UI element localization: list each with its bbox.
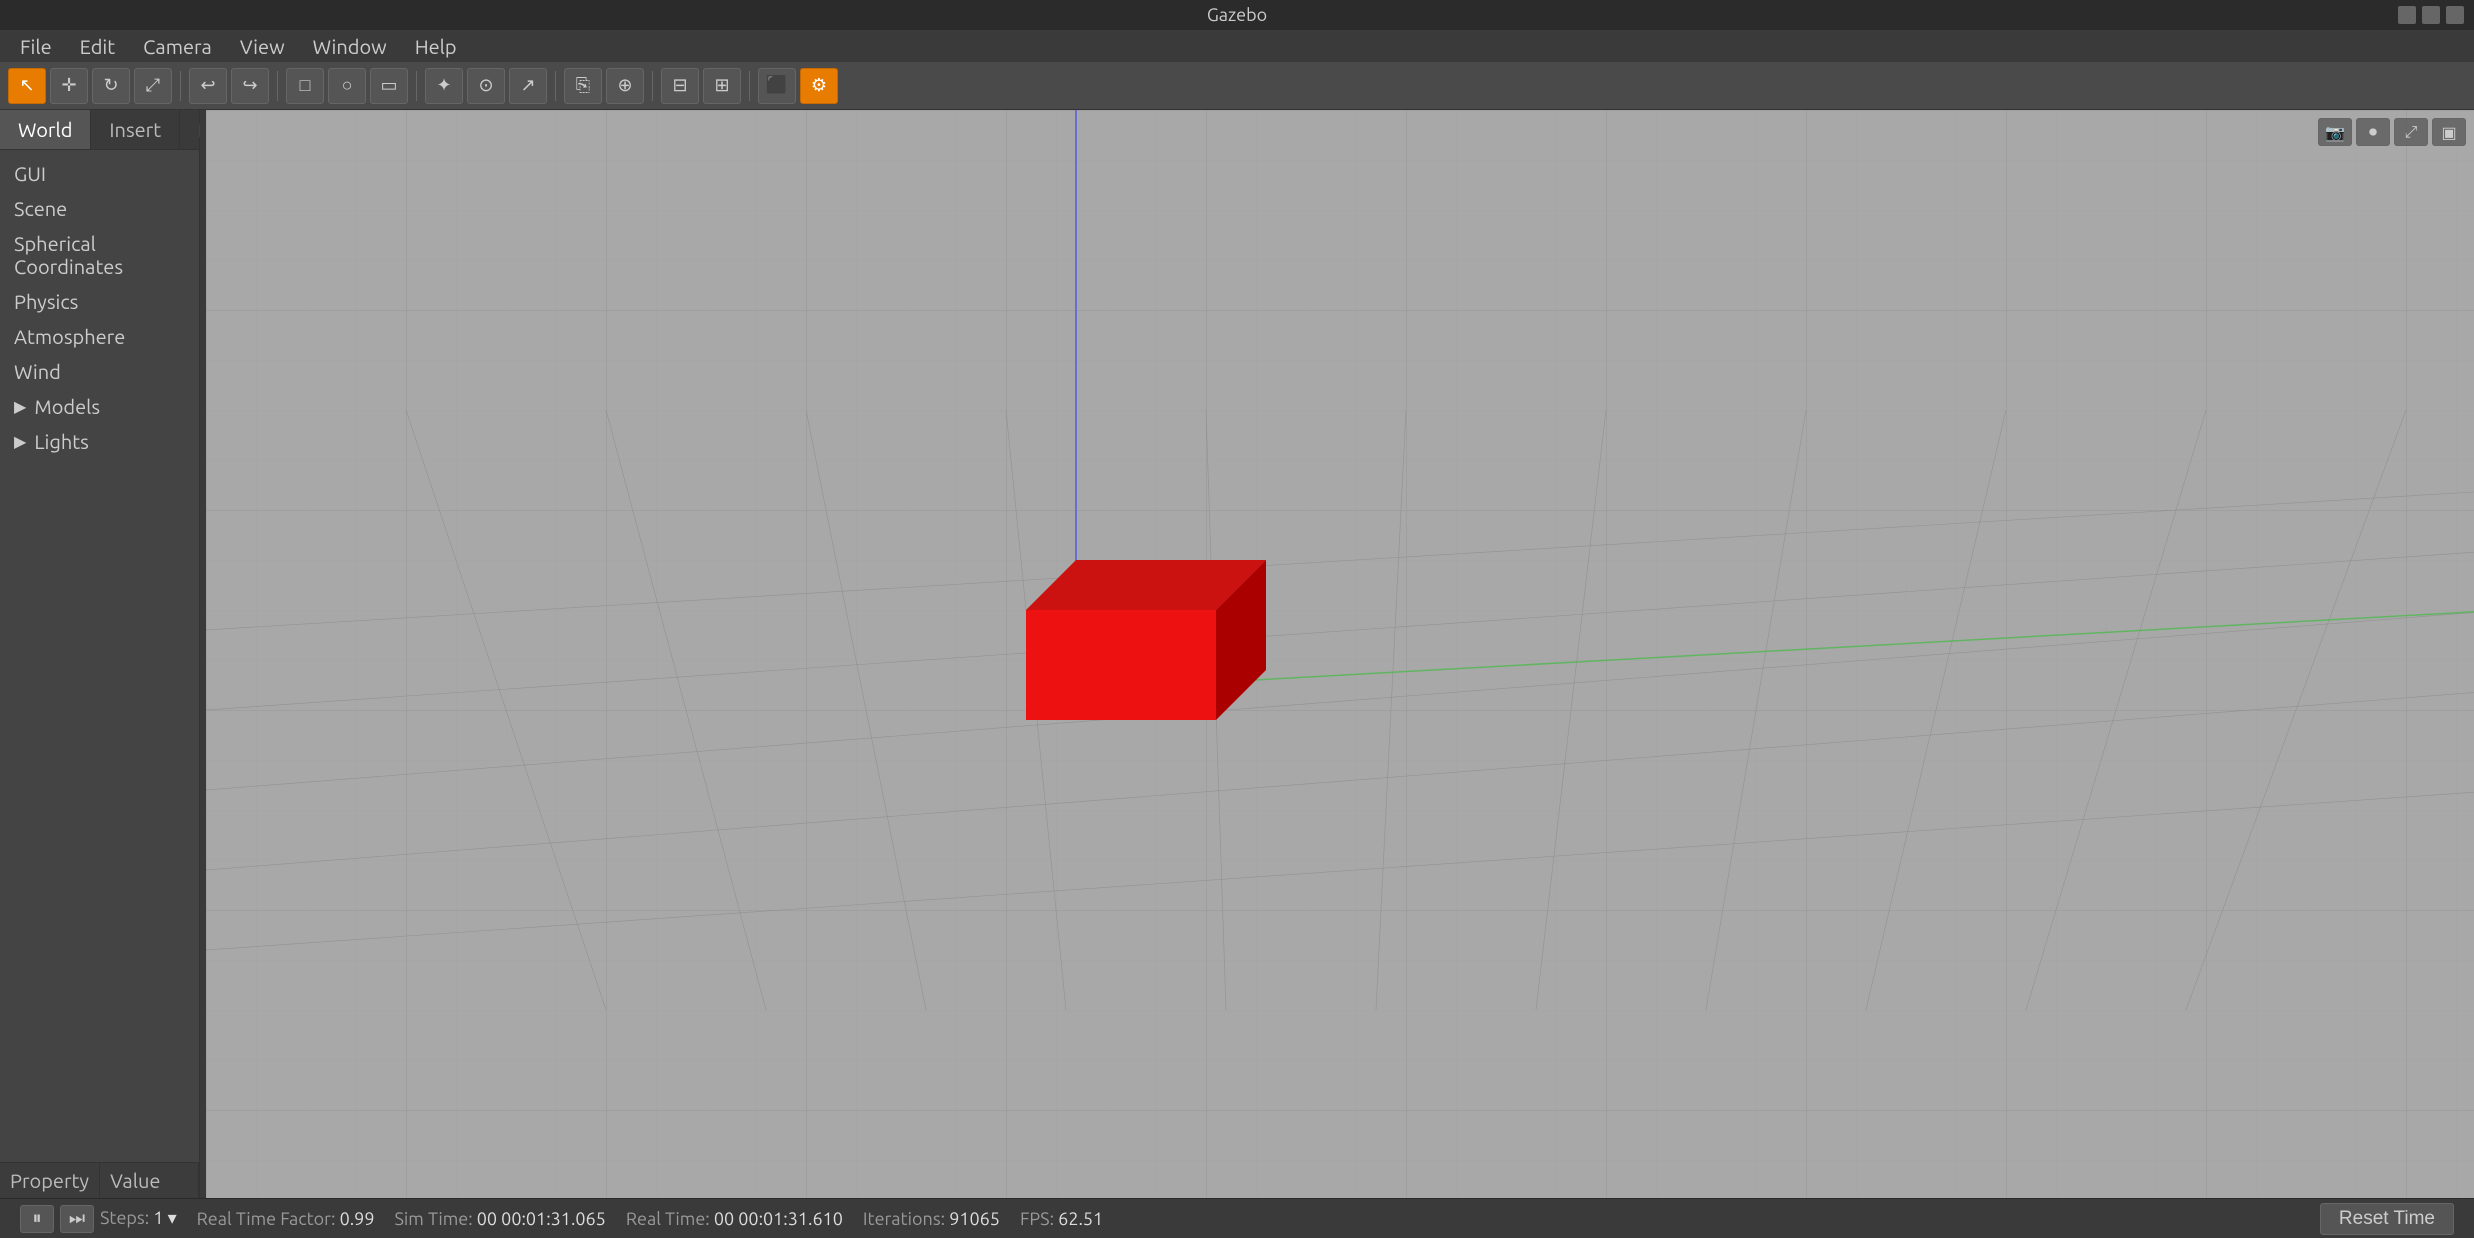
select-tool-button[interactable]: ↖ (8, 68, 46, 104)
menu-window[interactable]: Window (301, 31, 399, 62)
sidebar-item-gui[interactable]: GUI (0, 156, 199, 191)
sidebar-item-lights[interactable]: ▶ Lights (0, 424, 199, 459)
close-button[interactable] (2446, 6, 2464, 24)
maximize-button[interactable] (2422, 6, 2440, 24)
tab-bar: World Insert Layers (0, 110, 199, 150)
align-button[interactable]: ⊟ (661, 68, 699, 104)
tab-world[interactable]: World (0, 110, 91, 149)
rt-factor-display: Real Time Factor: 0.99 (197, 1209, 375, 1229)
pause-button[interactable]: ⏸ (20, 1205, 54, 1233)
left-panel: World Insert Layers GUI Scene Spherical … (0, 110, 200, 1198)
reset-time-button[interactable]: Reset Time (2320, 1203, 2454, 1235)
fps-display: FPS: 62.51 (1020, 1209, 1103, 1229)
lights-arrow-icon: ▶ (14, 432, 26, 451)
value-column-header: Value (100, 1163, 199, 1198)
viewport-maximize-button[interactable]: ▣ (2432, 118, 2466, 146)
real-time-display: Real Time: 00 00:01:31.610 (626, 1209, 843, 1229)
copy-button[interactable]: ⎘ (564, 68, 602, 104)
pause-icon: ⏸ (33, 1208, 42, 1229)
sidebar-item-atmosphere[interactable]: Atmosphere (0, 319, 199, 354)
menu-camera[interactable]: Camera (131, 31, 224, 62)
sidebar-item-lights-label: Lights (34, 430, 89, 453)
undo-button[interactable]: ↩ (189, 68, 227, 104)
iterations-display: Iterations: 91065 (863, 1209, 1000, 1229)
scale-tool-button[interactable]: ⤢ (134, 68, 172, 104)
sidebar-item-models-label: Models (34, 395, 100, 418)
sidebar-item-scene[interactable]: Scene (0, 191, 199, 226)
main-layout: World Insert Layers GUI Scene Spherical … (0, 110, 2474, 1198)
property-header: Property Value (0, 1162, 199, 1198)
viewport-3d[interactable]: 📷 ⏺ ⤢ ▣ (206, 110, 2474, 1198)
paste-button[interactable]: ⊕ (606, 68, 644, 104)
sphere-shape-button[interactable]: ○ (328, 68, 366, 104)
record-button[interactable]: ⬛ (758, 68, 796, 104)
toolbar-sep-4 (555, 71, 556, 101)
fps-value: 62.51 (1058, 1209, 1103, 1229)
menu-file[interactable]: File (8, 31, 64, 62)
sidebar-item-gui-label: GUI (14, 162, 46, 185)
toolbar: ↖ ✛ ↻ ⤢ ↩ ↪ □ ○ ▭ ✦ ⊙ ↗ ⎘ ⊕ ⊟ ⊞ ⬛ ⚙ (0, 62, 2474, 110)
viewport-toggle-button[interactable]: ⤢ (2394, 118, 2428, 146)
sidebar-item-spherical-coordinates[interactable]: Spherical Coordinates (0, 226, 199, 284)
sidebar-item-physics[interactable]: Physics (0, 284, 199, 319)
viewport-controls: 📷 ⏺ ⤢ ▣ (2318, 118, 2466, 146)
app-title: Gazebo (1207, 5, 1267, 25)
rotate-tool-button[interactable]: ↻ (92, 68, 130, 104)
point-light-button[interactable]: ✦ (425, 68, 463, 104)
sidebar-item-physics-label: Physics (14, 290, 78, 313)
iterations-value: 91065 (949, 1209, 1000, 1229)
viewport-record-button[interactable]: ⏺ (2356, 118, 2390, 146)
translate-tool-button[interactable]: ✛ (50, 68, 88, 104)
sidebar-item-atmosphere-label: Atmosphere (14, 325, 125, 348)
property-column-header: Property (0, 1163, 100, 1198)
status-bar: ⏸ ⏭ Steps: 1 ▾ Real Time Factor: 0.99 Si… (0, 1198, 2474, 1238)
viewport-grid (206, 110, 2474, 1198)
sidebar-item-wind[interactable]: Wind (0, 354, 199, 389)
rt-factor-label: Real Time Factor: (197, 1209, 336, 1229)
rt-factor-value: 0.99 (340, 1209, 375, 1229)
sidebar-item-spherical-coordinates-label: Spherical Coordinates (14, 232, 185, 278)
title-bar: Gazebo (0, 0, 2474, 30)
tab-insert[interactable]: Insert (91, 110, 180, 149)
cylinder-shape-button[interactable]: ▭ (370, 68, 408, 104)
toolbar-sep-3 (416, 71, 417, 101)
viewport-screenshot-button[interactable]: 📷 (2318, 118, 2352, 146)
directional-light-button[interactable]: ↗ (509, 68, 547, 104)
sidebar-item-models[interactable]: ▶ Models (0, 389, 199, 424)
steps-display: Steps: 1 ▾ (100, 1208, 177, 1229)
menu-bar: File Edit Camera View Window Help (0, 30, 2474, 62)
box-shape-button[interactable]: □ (286, 68, 324, 104)
minimize-button[interactable] (2398, 6, 2416, 24)
menu-help[interactable]: Help (403, 31, 469, 62)
real-time-value: 00 00:01:31.610 (714, 1209, 843, 1229)
menu-view[interactable]: View (228, 31, 297, 62)
real-time-label: Real Time: (626, 1209, 710, 1229)
toolbar-sep-1 (180, 71, 181, 101)
toolbar-sep-2 (277, 71, 278, 101)
redo-button[interactable]: ↪ (231, 68, 269, 104)
steps-label: Steps: (100, 1208, 149, 1228)
fps-label: FPS: (1020, 1209, 1054, 1229)
sidebar-item-wind-label: Wind (14, 360, 61, 383)
step-button[interactable]: ⏭ (60, 1205, 94, 1233)
sim-time-label: Sim Time: (394, 1209, 472, 1229)
toolbar-sep-5 (652, 71, 653, 101)
step-icon: ⏭ (69, 1208, 85, 1229)
sim-time-value: 00 00:01:31.065 (477, 1209, 606, 1229)
steps-value: 1 ▾ (153, 1208, 176, 1228)
sim-time-display: Sim Time: 00 00:01:31.065 (394, 1209, 605, 1229)
orange-tool-button[interactable]: ⚙ (800, 68, 838, 104)
window-controls (2398, 6, 2464, 24)
models-arrow-icon: ▶ (14, 397, 26, 416)
snap-button[interactable]: ⊞ (703, 68, 741, 104)
spot-light-button[interactable]: ⊙ (467, 68, 505, 104)
toolbar-sep-6 (749, 71, 750, 101)
iterations-label: Iterations: (863, 1209, 945, 1229)
menu-edit[interactable]: Edit (68, 31, 127, 62)
sidebar-item-scene-label: Scene (14, 197, 67, 220)
sidebar-list: GUI Scene Spherical Coordinates Physics … (0, 150, 199, 1162)
